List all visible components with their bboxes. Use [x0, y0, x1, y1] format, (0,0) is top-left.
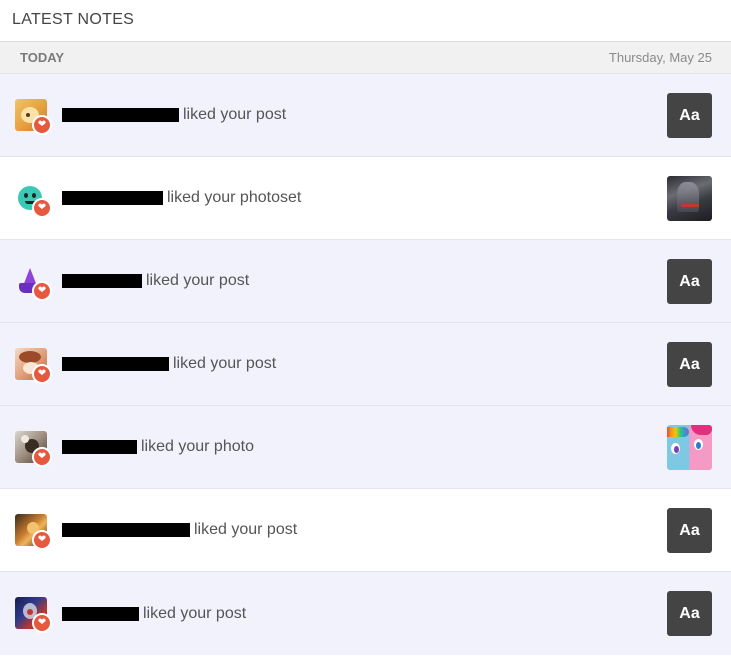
text-post-icon: Aa	[679, 355, 700, 373]
note-text: liked your post	[62, 74, 286, 156]
note-row[interactable]: ❤ liked your post Aa	[0, 489, 731, 572]
notes-list: ❤ liked your post Aa ❤ liked your photos…	[0, 74, 731, 655]
panel-title: LATEST NOTES	[0, 0, 731, 42]
day-divider: TODAY Thursday, May 25	[0, 42, 731, 74]
user-avatar[interactable]: ❤	[15, 597, 52, 633]
user-avatar[interactable]: ❤	[15, 431, 52, 467]
text-post-icon: Aa	[679, 106, 700, 124]
user-avatar[interactable]: ❤	[15, 265, 52, 301]
user-avatar[interactable]: ❤	[15, 182, 52, 218]
note-row[interactable]: ❤ liked your post Aa	[0, 240, 731, 323]
note-text: liked your photoset	[62, 157, 301, 239]
note-text: liked your post	[62, 572, 246, 655]
day-label: TODAY	[20, 50, 65, 65]
note-action: liked your post	[194, 521, 298, 538]
heart-icon: ❤	[32, 364, 52, 384]
note-text: liked your post	[62, 323, 276, 405]
user-avatar[interactable]: ❤	[15, 514, 52, 550]
note-row[interactable]: ❤ liked your photoset	[0, 157, 731, 240]
note-text: liked your post	[62, 240, 249, 322]
text-post-thumbnail[interactable]: Aa	[667, 342, 712, 387]
note-row[interactable]: ❤ liked your post Aa	[0, 572, 731, 655]
note-row[interactable]: ❤ liked your post Aa	[0, 323, 731, 406]
latest-notes-panel: LATEST NOTES TODAY Thursday, May 25 ❤ li…	[0, 0, 731, 660]
photoset-thumbnail[interactable]	[667, 176, 712, 221]
text-post-thumbnail[interactable]: Aa	[667, 508, 712, 553]
user-avatar[interactable]: ❤	[15, 99, 52, 135]
heart-icon: ❤	[32, 115, 52, 135]
redacted-username[interactable]	[62, 191, 163, 205]
text-post-thumbnail[interactable]: Aa	[667, 591, 712, 636]
redacted-username[interactable]	[62, 440, 137, 454]
text-post-icon: Aa	[679, 272, 700, 290]
note-row[interactable]: ❤ liked your post Aa	[0, 74, 731, 157]
photo-thumbnail[interactable]	[667, 425, 712, 470]
user-avatar[interactable]: ❤	[15, 348, 52, 384]
note-text: liked your post	[62, 489, 297, 571]
redacted-username[interactable]	[62, 274, 142, 288]
heart-icon: ❤	[32, 613, 52, 633]
heart-icon: ❤	[32, 530, 52, 550]
text-post-icon: Aa	[679, 604, 700, 622]
text-post-icon: Aa	[679, 521, 700, 539]
heart-icon: ❤	[32, 447, 52, 467]
day-date: Thursday, May 25	[608, 50, 712, 65]
note-action: liked your post	[173, 355, 277, 372]
note-action: liked your photoset	[167, 189, 302, 206]
heart-icon: ❤	[32, 198, 52, 218]
note-action: liked your photo	[141, 438, 254, 455]
note-action: liked your post	[146, 272, 250, 289]
redacted-username[interactable]	[62, 606, 139, 621]
text-post-thumbnail[interactable]: Aa	[667, 93, 712, 138]
note-action: liked your post	[143, 604, 247, 622]
note-row[interactable]: ❤ liked your photo	[0, 406, 731, 489]
redacted-username[interactable]	[62, 357, 169, 371]
heart-icon: ❤	[32, 281, 52, 301]
redacted-username[interactable]	[62, 108, 179, 122]
note-text: liked your photo	[62, 406, 254, 488]
redacted-username[interactable]	[62, 523, 190, 537]
text-post-thumbnail[interactable]: Aa	[667, 259, 712, 304]
note-action: liked your post	[183, 106, 287, 123]
